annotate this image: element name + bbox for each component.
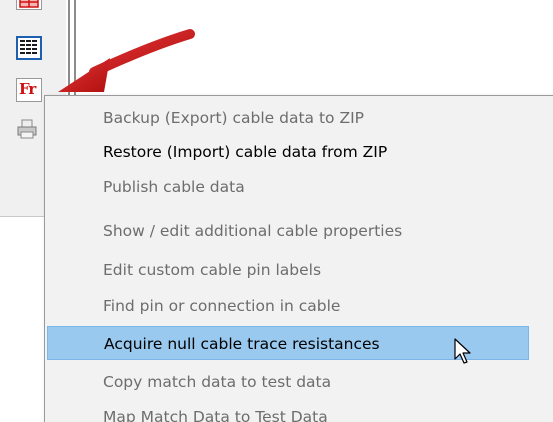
printer-glyph [17, 119, 37, 139]
menu-item-pin-labels: Edit custom cable pin labels [103, 261, 322, 279]
menu-item-map-match: Map Match Data to Test Data [103, 408, 328, 422]
grid-glyph [20, 40, 37, 54]
partial-red-glyph [19, 0, 39, 8]
toolbar-splitter[interactable] [68, 0, 76, 106]
context-menu: Backup (Export) cable data to ZIP Restor… [44, 95, 553, 422]
menu-item-copy-match: Copy match data to test data [103, 373, 332, 391]
menu-item-restore-import[interactable]: Restore (Import) cable data from ZIP [47, 135, 529, 169]
grid-icon[interactable] [16, 36, 42, 60]
fr-label: Fr [19, 80, 36, 98]
menu-item-cable-properties: Show / edit additional cable properties [103, 222, 403, 240]
menu-item-find-pin: Find pin or connection in cable [103, 297, 341, 315]
app-window: Fr Backup (Export) cable data to ZIP Res… [0, 0, 553, 422]
mouse-cursor-icon [454, 338, 471, 364]
partial-red-icon[interactable] [16, 0, 42, 10]
menu-item-publish: Publish cable data [103, 178, 245, 196]
printer-icon[interactable] [16, 118, 42, 142]
fr-icon[interactable]: Fr [16, 78, 42, 102]
menu-item-backup-export: Backup (Export) cable data to ZIP [103, 109, 364, 127]
